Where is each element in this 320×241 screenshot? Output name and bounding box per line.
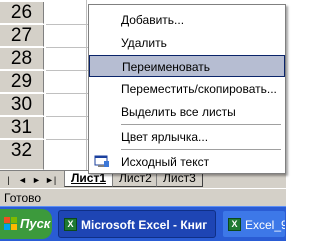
task-label: Excel_9 - — [245, 218, 286, 232]
windows-logo-icon — [4, 217, 17, 230]
row-header-31[interactable]: 31 — [0, 117, 44, 139]
menu-item-move-copy[interactable]: Переместить/скопировать... — [89, 78, 285, 100]
start-label: Пуск — [20, 216, 51, 231]
last-sheet-button[interactable]: ►| — [45, 174, 56, 186]
menu-item-delete[interactable]: Удалить — [89, 32, 285, 54]
row-header-32[interactable]: 32 — [0, 140, 44, 170]
excel-icon: X — [228, 218, 241, 231]
menu-separator — [121, 124, 281, 125]
view-code-icon — [94, 155, 109, 167]
excel-icon: X — [64, 218, 77, 231]
taskbar: Пуск X Microsoft Excel - Книг X Excel_9 … — [0, 206, 286, 241]
row-header-27[interactable]: 27 — [0, 25, 44, 47]
first-sheet-button[interactable]: |◄ — [3, 174, 14, 197]
menu-separator — [121, 149, 281, 150]
row-headers: 26 27 28 29 30 31 32 — [0, 0, 46, 170]
prev-sheet-button[interactable]: ◄ — [17, 174, 28, 186]
status-bar: Готово — [0, 188, 286, 206]
menu-item-select-all-sheets[interactable]: Выделить все листы — [89, 101, 285, 123]
taskbar-excel-window[interactable]: X Microsoft Excel - Книг — [58, 210, 216, 238]
menu-item-insert[interactable]: Добавить... — [89, 9, 285, 31]
taskbar-excel9-window[interactable]: X Excel_9 - — [222, 210, 286, 238]
menu-item-view-code[interactable]: Исходный текст — [89, 151, 285, 173]
next-sheet-button[interactable]: ► — [31, 174, 42, 186]
task-label: Microsoft Excel - Книг — [81, 218, 208, 232]
grid-line — [86, 0, 87, 170]
menu-item-rename[interactable]: Переименовать — [89, 55, 285, 77]
status-text: Готово — [4, 191, 42, 205]
sheet-context-menu: Добавить... Удалить Переименовать Переме… — [88, 4, 286, 174]
row-header-26[interactable]: 26 — [0, 2, 44, 24]
row-header-28[interactable]: 28 — [0, 48, 44, 70]
row-header-30[interactable]: 30 — [0, 94, 44, 116]
row-header-29[interactable]: 29 — [0, 71, 44, 93]
menu-item-label: Исходный текст — [121, 155, 210, 169]
start-button[interactable]: Пуск — [0, 209, 52, 239]
menu-item-tab-color[interactable]: Цвет ярлычка... — [89, 126, 285, 148]
